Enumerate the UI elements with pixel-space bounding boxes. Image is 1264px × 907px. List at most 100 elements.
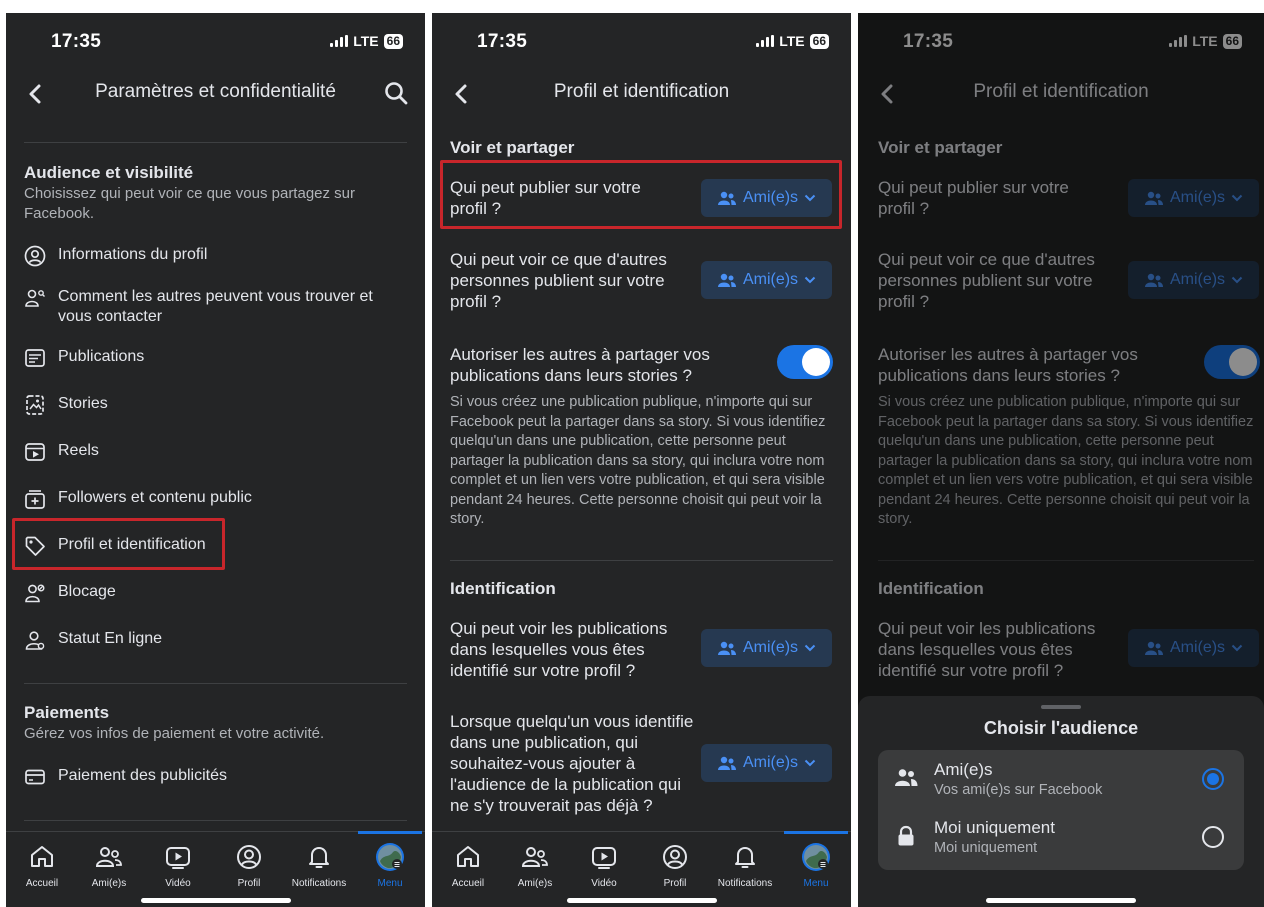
tab-video[interactable]: Vidéo	[569, 842, 639, 889]
tab-bar: Accueil Ami(e)s Vidéo Profil Notificatio…	[432, 831, 851, 907]
section-title-share: Voir et partager	[450, 138, 575, 157]
chevron-down-icon	[804, 644, 816, 652]
post-icon	[25, 349, 45, 367]
profile-icon	[237, 845, 261, 869]
tab-label: Accueil	[451, 878, 485, 889]
question-add-audience: Lorsque quelqu'un vous identifie dans un…	[450, 712, 694, 815]
radio-selected[interactable]	[1202, 768, 1224, 790]
menu-item-label: Comment les autres peuvent vous trouver …	[58, 288, 373, 325]
section-desc-payments: Gérez vos infos de paiement et votre act…	[24, 725, 325, 742]
video-icon	[592, 847, 616, 869]
audience-label: Ami(e)s	[742, 754, 799, 771]
tab-label: Vidéo	[591, 878, 617, 889]
menu-item-reels[interactable]: Reels	[24, 441, 99, 463]
menu-avatar-icon	[376, 843, 404, 871]
menu-avatar-icon	[802, 843, 830, 871]
divider	[24, 820, 407, 821]
stories-icon	[26, 395, 44, 415]
question-tagged-posts: Qui peut voir les publications dans lesq…	[450, 619, 668, 680]
sheet-grabber[interactable]	[1041, 705, 1081, 709]
profile-icon	[663, 845, 687, 869]
video-icon	[166, 847, 190, 869]
highlight-box	[440, 160, 842, 229]
home-indicator	[140, 898, 291, 903]
tab-label: Notifications	[291, 878, 347, 889]
tab-label: Ami(e)s	[91, 878, 127, 889]
tab-menu[interactable]: Menu	[781, 842, 851, 889]
tab-profile[interactable]: Profil	[640, 842, 710, 889]
friends-icon	[717, 641, 736, 655]
tab-menu[interactable]: Menu	[355, 842, 425, 889]
divider	[24, 142, 407, 143]
tab-label: Menu	[803, 878, 829, 889]
menu-item-blocking[interactable]: Blocage	[24, 582, 116, 604]
home-icon	[457, 846, 479, 867]
option-friends[interactable]: Ami(e)s Vos ami(e)s sur Facebook	[894, 760, 1228, 806]
tab-profile[interactable]: Profil	[214, 842, 284, 889]
tab-label: Vidéo	[165, 878, 191, 889]
search-icon[interactable]	[383, 80, 409, 106]
audience-dropdown-add[interactable]: Ami(e)s	[701, 744, 832, 782]
radio-unselected[interactable]	[1202, 826, 1224, 848]
menu-item-profile-info[interactable]: Informations du profil	[24, 245, 207, 267]
screen-choose-audience: 17:35 LTE 66 Profil et identification Vo…	[858, 13, 1264, 907]
tab-video[interactable]: Vidéo	[143, 842, 213, 889]
home-indicator	[986, 898, 1136, 903]
section-desc-audience: Choisissez qui peut voir ce que vous par…	[24, 185, 356, 222]
friends-icon	[717, 756, 736, 770]
tab-home[interactable]: Accueil	[7, 842, 77, 889]
menu-item-find-contact[interactable]: Comment les autres peuvent vous trouver …	[24, 287, 394, 327]
tab-notifications[interactable]: Notifications	[710, 842, 780, 889]
tab-friends[interactable]: Ami(e)s	[74, 842, 144, 889]
bell-icon	[309, 847, 329, 868]
menu-item-label: Followers et contenu public	[58, 489, 252, 506]
menu-item-followers[interactable]: Followers et contenu public	[24, 488, 252, 510]
menu-item-ad-payments[interactable]: Paiement des publicités	[24, 766, 227, 788]
option-label: Moi uniquement	[934, 818, 1055, 837]
page-title: Profil et identification	[553, 81, 730, 102]
menu-item-label: Statut En ligne	[58, 630, 163, 647]
allow-share-toggle[interactable]	[777, 345, 833, 379]
tab-label: Ami(e)s	[517, 878, 553, 889]
battery-icon: 66	[383, 33, 403, 49]
audience-dropdown-see-others[interactable]: Ami(e)s	[701, 261, 832, 299]
audience-dropdown-tagged[interactable]: Ami(e)s	[701, 629, 832, 667]
chevron-down-icon	[804, 276, 816, 284]
status-time: 17:35	[477, 31, 528, 52]
screen-profile-tagging: 17:35 LTE 66 Profil et identification Vo…	[432, 13, 851, 907]
section-title-payments: Paiements	[24, 703, 110, 722]
tab-home[interactable]: Accueil	[433, 842, 503, 889]
home-indicator	[566, 898, 717, 903]
tab-friends[interactable]: Ami(e)s	[500, 842, 570, 889]
sheet-title: Choisir l'audience	[983, 718, 1139, 738]
tab-notifications[interactable]: Notifications	[284, 842, 354, 889]
bell-icon	[735, 847, 755, 868]
signal-icon	[756, 35, 775, 47]
friends-icon	[895, 769, 918, 786]
menu-item-online-status[interactable]: Statut En ligne	[24, 629, 162, 651]
tab-label: Profil	[237, 878, 261, 889]
status-time: 17:35	[51, 31, 102, 52]
user-search-icon	[25, 289, 45, 307]
menu-item-publications[interactable]: Publications	[24, 347, 144, 369]
network-label: LTE	[779, 33, 805, 49]
audience-label: Ami(e)s	[742, 639, 799, 656]
audience-bottom-sheet: Choisir l'audience Ami(e)s Vos ami(e)s s…	[858, 696, 1264, 907]
question-allow-share: Autoriser les autres à partager vos publ…	[450, 345, 710, 385]
section-title-tagging: Identification	[450, 579, 556, 598]
menu-item-label: Blocage	[58, 583, 116, 600]
signal-icon	[330, 35, 349, 47]
followers-icon	[25, 490, 45, 509]
option-only-me[interactable]: Moi uniquement Moi uniquement	[894, 818, 1228, 864]
active-tab-indicator	[358, 831, 422, 834]
options-card: Ami(e)s Vos ami(e)s sur Facebook Moi uni…	[878, 750, 1244, 870]
audience-label: Ami(e)s	[742, 271, 799, 288]
allow-share-description: Si vous créez une publication publique, …	[450, 394, 826, 527]
highlight-box	[12, 518, 225, 570]
menu-item-label: Paiement des publicités	[58, 767, 227, 784]
screen-settings: 17:35 LTE 66 Paramètres et confidentiali…	[6, 13, 425, 907]
tab-label: Menu	[377, 878, 403, 889]
card-icon	[25, 769, 45, 785]
online-status-icon	[25, 631, 45, 650]
menu-item-stories[interactable]: Stories	[24, 394, 108, 416]
